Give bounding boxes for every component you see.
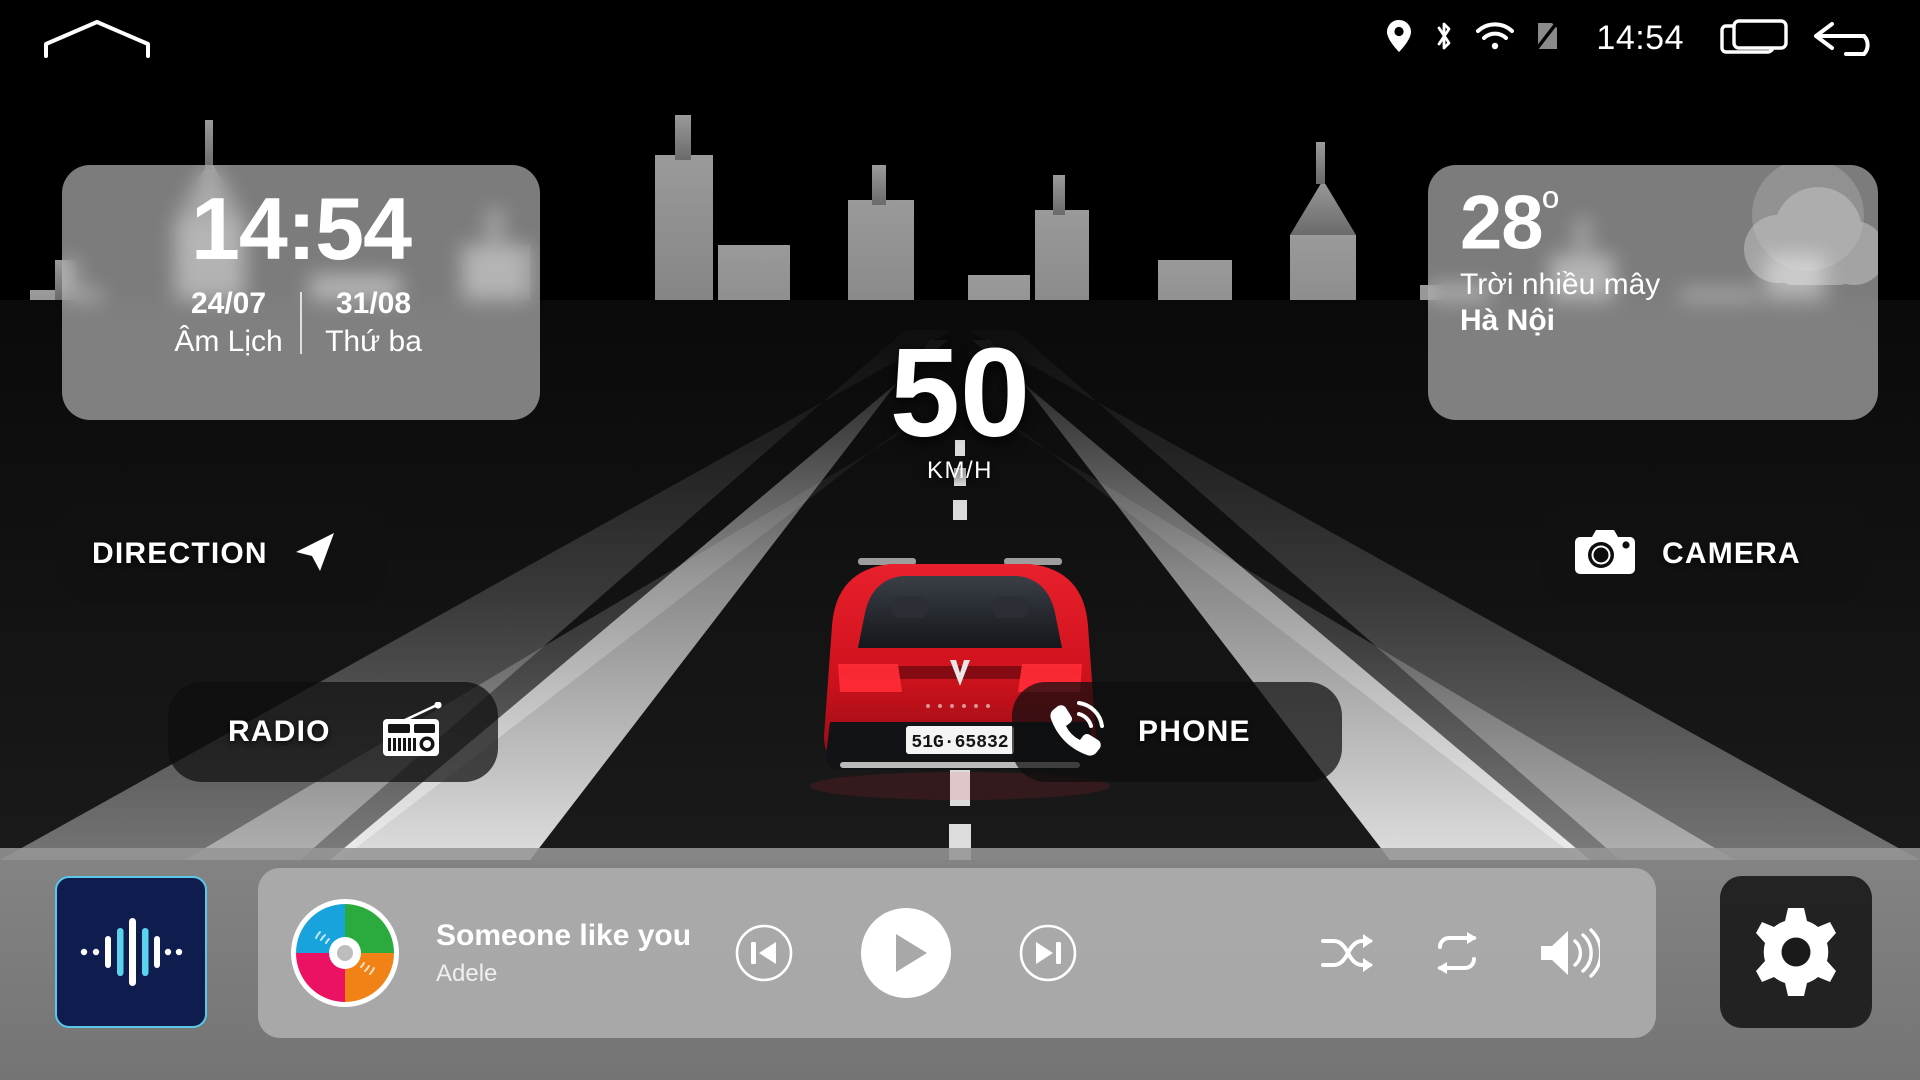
skip-next-button[interactable] <box>1018 923 1078 983</box>
bottom-dock: Someone like you Adele <box>0 848 1920 1080</box>
skip-previous-icon <box>735 924 793 982</box>
weather-widget[interactable]: 28º Trời nhiều mây Hà Nội <box>1428 165 1878 420</box>
media-player-bar: Someone like you Adele <box>258 868 1656 1038</box>
direction-button[interactable]: DIRECTION <box>58 505 388 603</box>
recent-apps-icon[interactable] <box>1720 16 1790 61</box>
repeat-icon <box>1437 932 1477 974</box>
weather-condition: Trời nhiều mây <box>1460 267 1661 301</box>
track-artist: Adele <box>436 960 498 987</box>
weather-temperature: 28º <box>1460 180 1559 266</box>
cd-disc-icon <box>291 899 399 1007</box>
sim-off-icon <box>1534 18 1561 58</box>
clock-widget-time: 14:54 <box>190 179 412 278</box>
settings-button[interactable] <box>1720 876 1872 1028</box>
camera-button-label: CAMERA <box>1662 537 1801 570</box>
direction-button-label: DIRECTION <box>92 537 268 570</box>
skip-previous-button[interactable] <box>734 923 794 983</box>
camera-button[interactable]: CAMERA <box>1540 505 1870 603</box>
phone-button-label: PHONE <box>1138 715 1251 748</box>
clock-widget[interactable]: 14:54 24/07 Âm Lịch 31/08 Thứ ba <box>62 165 540 420</box>
lunar-date-label: Âm Lịch <box>174 324 283 358</box>
track-info: Someone like you Adele <box>436 918 716 988</box>
weekday-label: Thứ ba <box>325 324 422 358</box>
back-arrow-icon[interactable] <box>1810 14 1890 63</box>
lunar-date-value: 24/07 <box>190 287 267 321</box>
radio-icon <box>381 700 443 763</box>
license-plate-text: 51G·65832 <box>911 733 1008 753</box>
repeat-button[interactable] <box>1430 931 1484 975</box>
location-pin-icon <box>1386 19 1412 58</box>
track-title: Someone like you <box>436 919 692 952</box>
radio-button-label: RADIO <box>228 715 331 748</box>
volume-button[interactable] <box>1538 928 1600 978</box>
voice-waveform-icon <box>80 918 183 986</box>
degree-symbol: º <box>1542 183 1559 232</box>
bluetooth-icon <box>1432 19 1456 58</box>
status-bar: 14:54 <box>0 0 1920 76</box>
gear-icon <box>1756 908 1836 996</box>
status-icons-group: 14:54 <box>1386 0 1890 76</box>
navigation-arrow-icon <box>290 528 338 581</box>
media-options <box>1320 928 1600 978</box>
volume-up-icon <box>1541 928 1600 978</box>
play-button[interactable] <box>860 907 952 999</box>
gregorian-date-value: 31/08 <box>335 287 412 321</box>
play-icon <box>861 908 951 998</box>
phone-call-icon <box>1046 700 1106 765</box>
wifi-icon <box>1476 21 1515 56</box>
shuffle-button[interactable] <box>1320 931 1376 975</box>
infotainment-home-screen: 51G·65832 14:54 14:54 24/07 Âm Lịch 31/0… <box>0 0 1920 1080</box>
shuffle-icon <box>1321 934 1373 972</box>
clock-divider <box>300 291 302 354</box>
voice-assistant-button[interactable] <box>55 876 207 1028</box>
clock-widget-dates: 24/07 Âm Lịch 31/08 Thứ ba <box>62 285 540 360</box>
speed-unit: KM/H <box>927 457 993 485</box>
phone-button[interactable]: PHONE <box>1012 682 1342 782</box>
skip-next-icon <box>1019 924 1077 982</box>
status-bar-clock: 14:54 <box>1596 18 1684 57</box>
radio-button[interactable]: RADIO <box>168 682 498 782</box>
weather-city: Hà Nội <box>1460 303 1556 337</box>
home-icon[interactable] <box>42 18 152 65</box>
camera-icon <box>1574 527 1636 582</box>
transport-controls <box>734 907 1078 999</box>
